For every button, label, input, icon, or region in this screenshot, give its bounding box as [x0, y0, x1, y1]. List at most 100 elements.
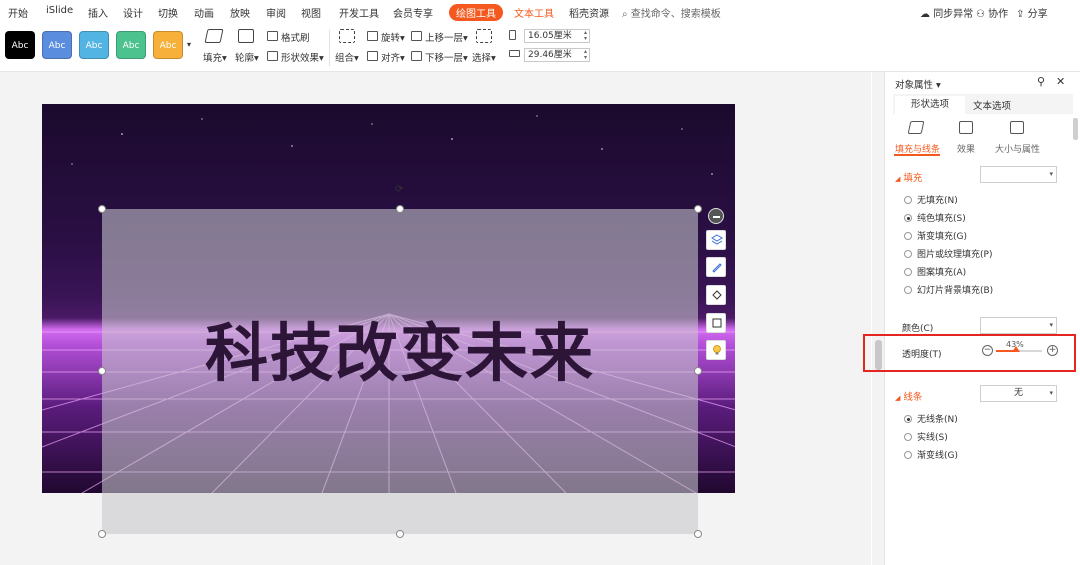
subtab-active-underline [894, 154, 940, 156]
rotate-handle-icon[interactable]: ⟳ [395, 185, 405, 195]
close-icon[interactable]: ✕ [1056, 75, 1065, 88]
tab-shape-options[interactable]: 形状选项 [895, 96, 965, 114]
panel-scrollbar-thumb[interactable] [1073, 118, 1078, 140]
menu-view[interactable]: 视图 [301, 5, 321, 20]
resize-handle-top[interactable] [396, 205, 404, 213]
subtab-size-properties[interactable]: 大小与属性 [995, 142, 1040, 155]
resize-handle-br[interactable] [694, 530, 702, 538]
panel-title[interactable]: 对象属性 ▾ [895, 77, 941, 91]
resize-handle-tl[interactable] [98, 205, 106, 213]
resize-handle-left[interactable] [98, 367, 106, 375]
menu-design[interactable]: 设计 [123, 5, 143, 20]
label-no-fill[interactable]: 无填充(N) [917, 193, 958, 206]
lightbulb-icon [713, 345, 721, 355]
align-button[interactable]: 对齐▾ [381, 50, 405, 64]
radio-picture-fill[interactable] [904, 250, 912, 258]
width-spinner-icon[interactable]: ▴ ▾ [584, 49, 587, 61]
label-solid-fill[interactable]: 纯色填充(S) [917, 211, 966, 224]
cloud-icon: ☁ [920, 9, 930, 20]
height-field[interactable]: 16.05厘米 ▴ ▾ [524, 29, 590, 43]
effect-icon [959, 121, 973, 134]
group-button[interactable]: 组合▾ [335, 50, 359, 64]
color-picker-dropdown[interactable]: ▾ [980, 317, 1057, 334]
pin-icon[interactable]: ⚲ [1037, 75, 1045, 88]
collapse-triangle-icon: ◢ [895, 175, 901, 183]
menu-member[interactable]: 会员专享 [393, 5, 433, 20]
search-icon: ⌕ [622, 9, 628, 20]
menu-animation[interactable]: 动画 [194, 5, 214, 20]
search-placeholder: 查找命令、搜索模板 [630, 9, 721, 20]
vertical-scrollbar[interactable] [872, 72, 884, 565]
label-no-line[interactable]: 无线条(N) [917, 412, 958, 425]
outline-button[interactable]: 轮廓▾ [235, 50, 259, 64]
shape-style-green[interactable]: Abc [116, 31, 146, 59]
user-icon: ⚇ [976, 9, 985, 20]
fill-section-header[interactable]: ◢ 填充 [895, 170, 922, 184]
edit-float-button[interactable] [706, 257, 726, 277]
fill-line-icon [907, 121, 925, 134]
radio-solid-fill[interactable] [904, 214, 912, 222]
idea-float-button[interactable] [706, 340, 726, 360]
menu-docer[interactable]: 稻壳资源 [569, 5, 609, 20]
pen-icon [712, 263, 722, 273]
label-gradient-fill[interactable]: 渐变填充(G) [917, 229, 967, 242]
width-field[interactable]: 29.46厘米 ▴ ▾ [524, 48, 590, 62]
shape-style-black[interactable]: Abc [5, 31, 35, 59]
label-pattern-fill[interactable]: 图案填充(A) [917, 265, 966, 278]
rotate-button[interactable]: 旋转▾ [381, 30, 405, 44]
outline-float-button[interactable] [706, 313, 726, 333]
radio-solid-line[interactable] [904, 433, 912, 441]
shape-style-blue[interactable]: Abc [42, 31, 72, 59]
menu-insert[interactable]: 插入 [88, 5, 108, 20]
share-button[interactable]: ⇪ 分享 [1016, 5, 1048, 20]
menu-drawing-tools[interactable]: 绘图工具 [449, 4, 503, 21]
outline-icon [238, 29, 254, 43]
slide-title-text[interactable]: 科技改变未来 [102, 303, 698, 394]
sync-label: 同步异常 [933, 9, 974, 20]
radio-gradient-line[interactable] [904, 451, 912, 459]
menu-islide[interactable]: iSlide [46, 5, 73, 16]
format-painter-button[interactable]: 格式刷 [281, 30, 310, 44]
label-gradient-line[interactable]: 渐变线(G) [917, 448, 958, 461]
radio-pattern-fill[interactable] [904, 268, 912, 276]
fill-type-dropdown[interactable]: ▾ [980, 166, 1057, 183]
select-button[interactable]: 选择▾ [472, 50, 496, 64]
menu-review[interactable]: 审阅 [266, 5, 286, 20]
resize-handle-tr[interactable] [694, 205, 702, 213]
sync-button[interactable]: ☁ 同步异常 [920, 5, 973, 20]
fill-float-button[interactable] [706, 285, 726, 305]
tab-text-options[interactable]: 文本选项 [973, 98, 1011, 112]
shape-effect-button[interactable]: 形状效果▾ [281, 50, 324, 64]
menu-text-tools[interactable]: 文本工具 [514, 5, 554, 20]
label-picture-fill[interactable]: 图片或纹理填充(P) [917, 247, 992, 260]
resize-handle-right[interactable] [694, 367, 702, 375]
chevron-down-icon: ▾ [1049, 170, 1053, 178]
shape-style-orange[interactable]: Abc [153, 31, 183, 59]
menu-home[interactable]: 开始 [8, 5, 28, 20]
search-box[interactable]: ⌕ 查找命令、搜索模板 [622, 5, 721, 20]
menu-developer[interactable]: 开发工具 [339, 5, 379, 20]
fill-button[interactable]: 填充▾ [203, 50, 227, 64]
collapse-float-button[interactable] [708, 208, 724, 224]
bring-forward-button[interactable]: 上移一层▾ [425, 30, 468, 44]
line-type-dropdown[interactable]: 无 ▾ [980, 385, 1057, 402]
styles-expand-icon[interactable]: ▾ [187, 40, 191, 49]
send-backward-button[interactable]: 下移一层▾ [425, 50, 468, 64]
radio-no-fill[interactable] [904, 196, 912, 204]
radio-slide-bg-fill[interactable] [904, 286, 912, 294]
menu-slideshow[interactable]: 放映 [230, 5, 250, 20]
radio-gradient-fill[interactable] [904, 232, 912, 240]
label-solid-line[interactable]: 实线(S) [917, 430, 948, 443]
layers-float-button[interactable] [706, 230, 726, 250]
collab-button[interactable]: ⚇ 协作 [976, 5, 1008, 20]
line-section-header[interactable]: ◢ 线条 [895, 389, 922, 403]
properties-panel: 对象属性 ▾ ⚲ ✕ 形状选项 文本选项 填充与线条 效果 大小与属性 ◢ 填充 … [884, 72, 1080, 565]
subtab-effect[interactable]: 效果 [957, 142, 975, 155]
shape-style-lightblue[interactable]: Abc [79, 31, 109, 59]
radio-no-line[interactable] [904, 415, 912, 423]
resize-handle-bottom[interactable] [396, 530, 404, 538]
menu-transition[interactable]: 切换 [158, 5, 178, 20]
resize-handle-bl[interactable] [98, 530, 106, 538]
label-slide-bg-fill[interactable]: 幻灯片背景填充(B) [917, 283, 993, 296]
height-spinner-icon[interactable]: ▴ ▾ [584, 30, 587, 42]
